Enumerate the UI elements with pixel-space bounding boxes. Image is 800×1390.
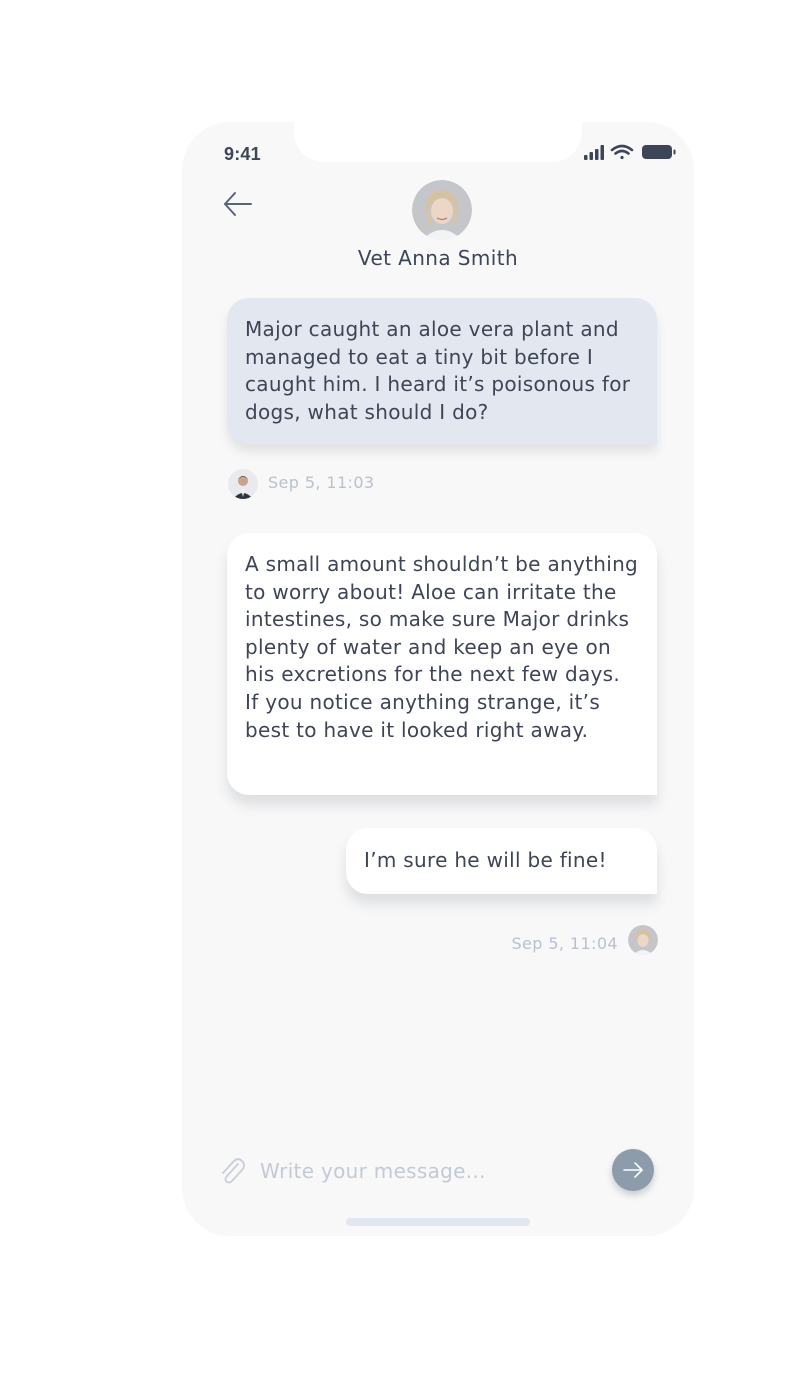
battery-icon (642, 145, 676, 159)
attach-button[interactable] (218, 1155, 246, 1185)
home-indicator[interactable] (346, 1218, 530, 1226)
status-time: 9:41 (224, 144, 261, 164)
message-timestamp: Sep 5, 11:04 (511, 934, 618, 953)
paperclip-icon (222, 1158, 245, 1184)
phone-screen: 9:41 Vet Anna Smith Major caught an aloe… (182, 122, 694, 1236)
message-input[interactable] (258, 1152, 592, 1190)
back-button[interactable] (220, 188, 256, 222)
arrow-right-icon (623, 1162, 643, 1178)
contact-name: Vet Anna Smith (357, 246, 519, 270)
wifi-icon (610, 144, 634, 160)
device-notch (294, 122, 582, 162)
send-button[interactable] (612, 1149, 654, 1191)
message-text: A small amount shouldn’t be anything to … (245, 552, 639, 742)
signal-icon (584, 145, 604, 160)
sender-avatar (628, 925, 658, 955)
vet-avatar[interactable] (412, 180, 472, 240)
message-bubble-received[interactable]: A small amount shouldn’t be anything to … (227, 533, 657, 795)
user-avatar (228, 469, 258, 499)
message-timestamp: Sep 5, 11:03 (268, 473, 375, 492)
message-bubble-sent[interactable]: I’m sure he will be fine! (346, 828, 657, 894)
message-bubble-sent[interactable]: Major caught an aloe vera plant and mana… (227, 298, 657, 444)
status-icons (584, 144, 676, 160)
arrow-left-icon (224, 192, 252, 216)
